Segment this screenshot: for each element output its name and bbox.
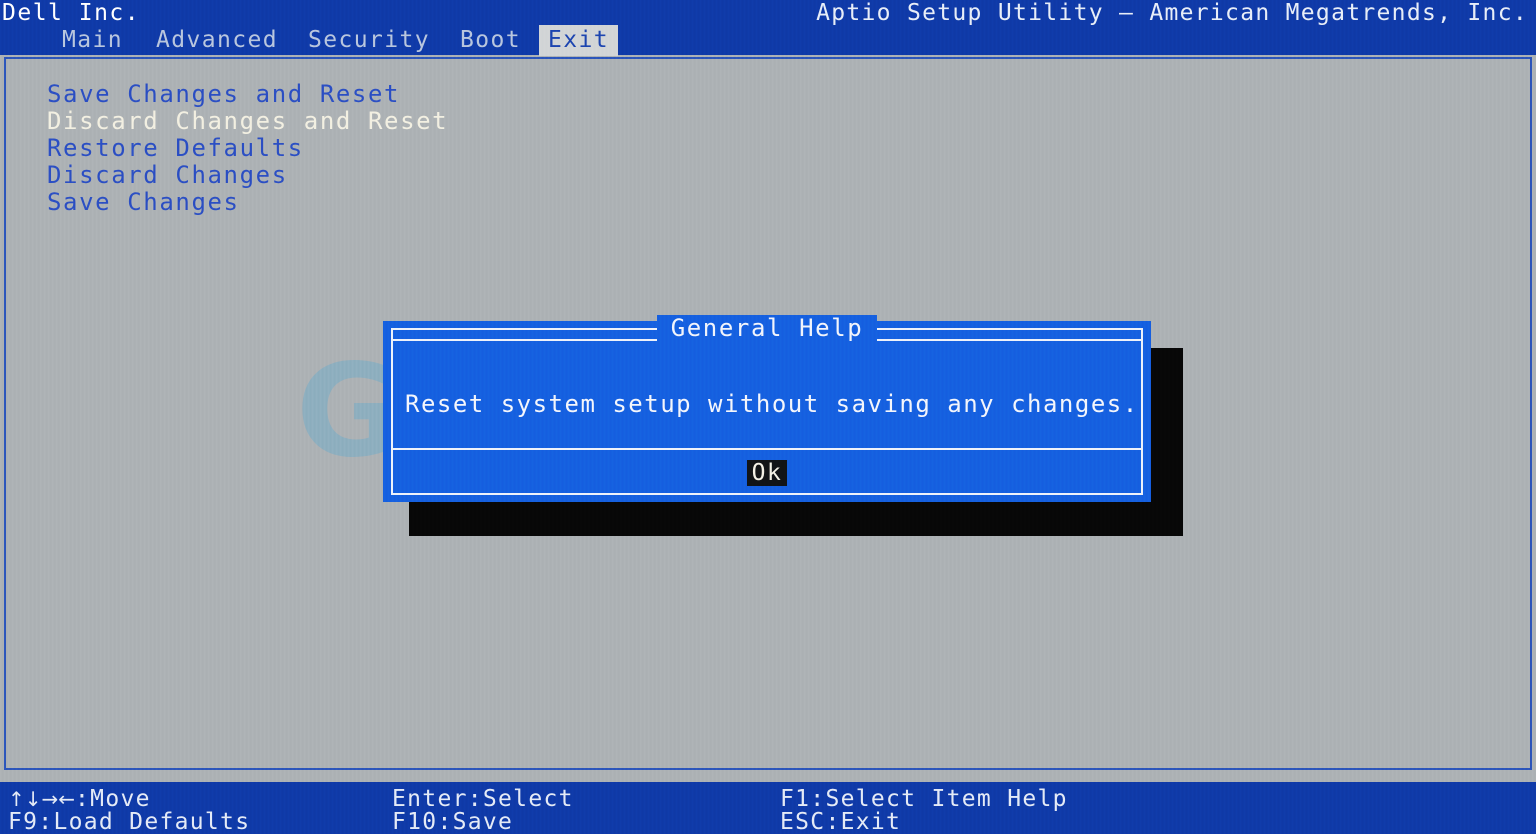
dialog-body: Reset system setup without saving any ch… (393, 360, 1141, 448)
menu-item-save-changes[interactable]: Save Changes (47, 189, 448, 216)
hint-f10-save: F10:Save (392, 809, 514, 834)
general-help-dialog: General Help Reset system setup without … (383, 315, 1151, 502)
dialog-title-bar: General Help (393, 315, 1141, 353)
dialog-message: Reset system setup without saving any ch… (405, 390, 1139, 418)
hint-f9-load-defaults: F9:Load Defaults (8, 809, 251, 834)
title-bar: Dell Inc. Aptio Setup Utility – American… (0, 0, 1536, 26)
ok-button[interactable]: Ok (746, 459, 788, 486)
tab-security[interactable]: Security (300, 26, 438, 55)
dialog-title: General Help (656, 315, 878, 341)
hint-esc-exit: ESC:Exit (780, 809, 902, 834)
menu-item-save-changes-and-reset[interactable]: Save Changes and Reset (47, 81, 448, 108)
vendor-name: Dell Inc. (2, 0, 141, 26)
menu-item-discard-changes-and-reset[interactable]: Discard Changes and Reset (47, 108, 448, 135)
bios-setup-screen: Dell Inc. Aptio Setup Utility – American… (0, 0, 1536, 834)
dialog-frame: General Help Reset system setup without … (391, 315, 1143, 495)
menu-tab-bar: Main Advanced Security Boot Exit (0, 26, 1536, 55)
menu-item-restore-defaults[interactable]: Restore Defaults (47, 135, 448, 162)
arrow-keys-icon: ↑↓→← (8, 787, 76, 811)
dialog-title-rule-left (393, 339, 657, 341)
dialog-actions: Ok (393, 450, 1141, 495)
tab-boot[interactable]: Boot (452, 26, 529, 55)
dialog-title-rule-right (877, 339, 1141, 341)
exit-menu-list: Save Changes and Reset Discard Changes a… (47, 81, 448, 216)
status-bar: ↑↓→←:Move Enter:Select F1:Select Item He… (0, 782, 1536, 834)
tab-advanced[interactable]: Advanced (148, 26, 286, 55)
menu-item-discard-changes[interactable]: Discard Changes (47, 162, 448, 189)
utility-title: Aptio Setup Utility – American Megatrend… (816, 0, 1528, 26)
tab-main[interactable]: Main (54, 26, 131, 55)
tab-exit[interactable]: Exit (540, 26, 617, 55)
